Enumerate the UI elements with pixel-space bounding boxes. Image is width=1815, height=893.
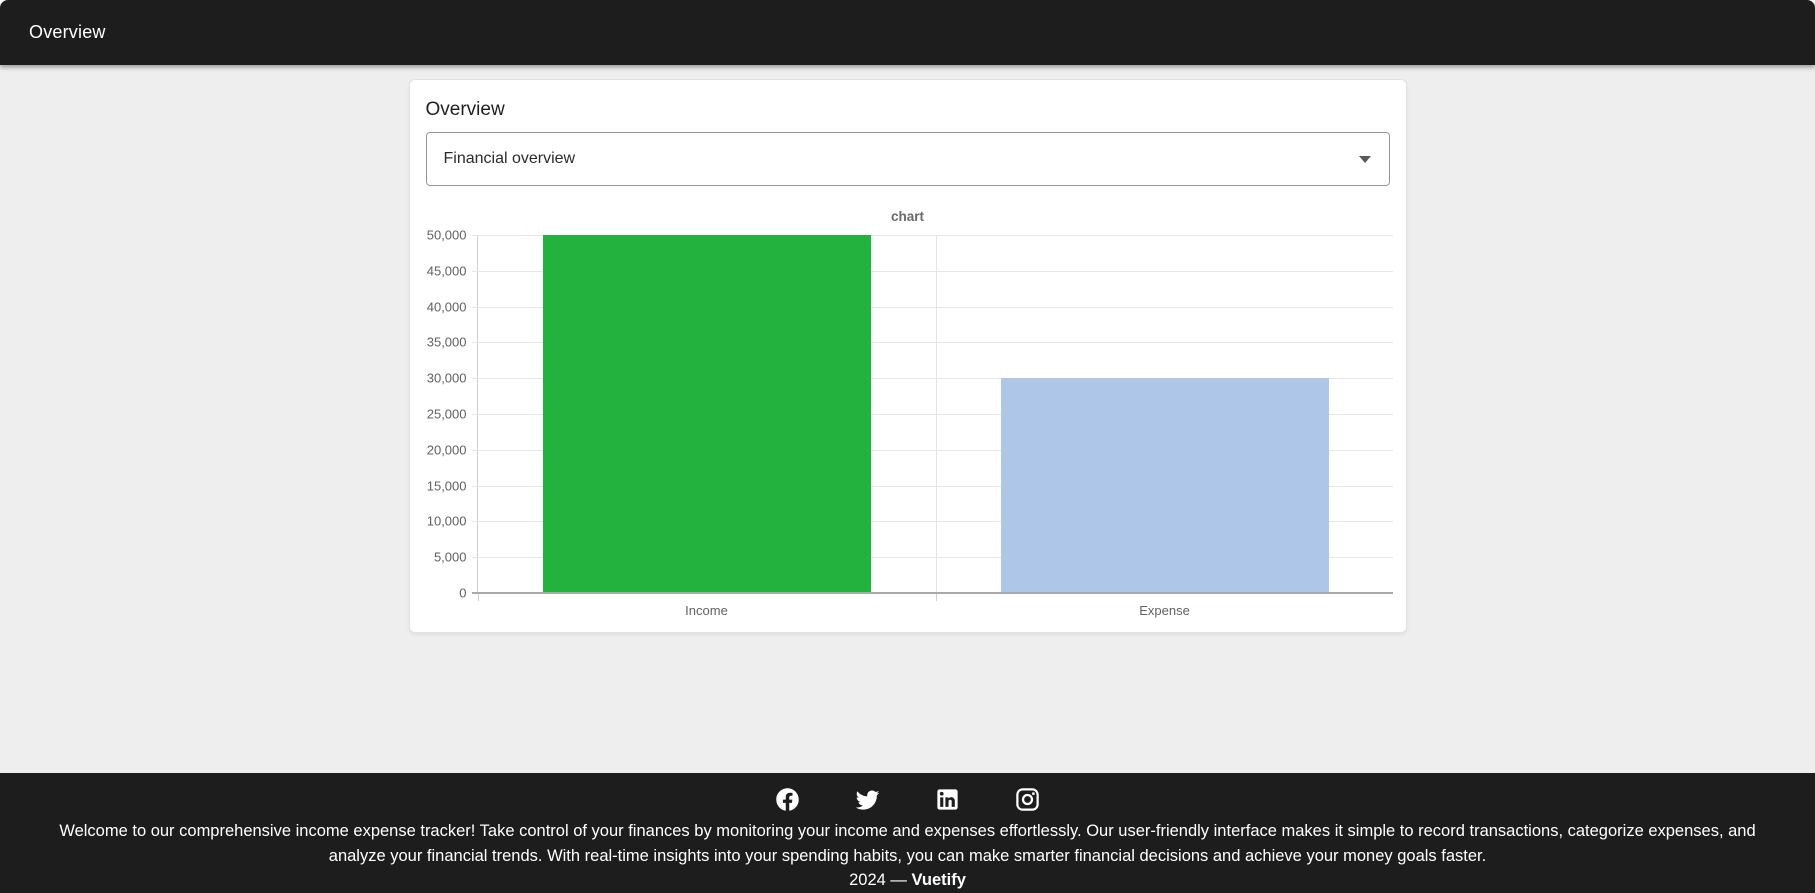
linkedin-button[interactable] [934,785,962,813]
card-title: Overview [425,99,505,120]
footer: Welcome to our comprehensive income expe… [0,773,1815,893]
chart-plot-area: 0 5,000 10,000 15,000 20,000 25,000 30,000 35,0… [427,228,1393,618]
y-axis-tick-label: 40,000 [426,299,467,315]
bar-expense[interactable] [1000,378,1329,593]
x-axis-tick [935,593,937,601]
y-axis-tick-label: 25,000 [426,406,467,422]
financial-overview-select[interactable]: Financial overview [425,132,1390,186]
footer-copyright: 2024 — Vuetify [0,869,1815,891]
linkedin-icon [937,788,958,810]
twitter-icon [855,790,880,810]
x-axis-tick [477,593,479,601]
y-axis-tick-label: 35,000 [426,334,467,350]
y-axis-tick-label: 5,000 [433,549,467,565]
x-axis-baseline [471,592,1393,594]
x-gridline [935,235,937,593]
select-value: Financial overview [443,150,576,167]
facebook-icon [776,787,799,811]
y-axis-tick-label: 15,000 [426,478,467,494]
y-axis-tick-label: 10,000 [426,513,467,529]
y-axis-tick-label: 30,000 [426,370,467,386]
footer-description: Welcome to our comprehensive income expe… [59,822,1756,865]
brand-name: Vuetify [911,871,966,889]
facebook-button[interactable] [774,785,802,813]
y-axis-tick-label: 45,000 [426,263,467,279]
main-content: Overview Financial overview chart 0 5,000… [0,65,1815,773]
chart-title: chart [890,209,924,224]
copyright-year: 2024 [849,871,886,889]
instagram-button[interactable] [1014,785,1042,813]
twitter-button[interactable] [854,785,882,813]
bar-chart: chart 0 5,000 10,000 15,000 20,000 25,000 30,0… [426,209,1393,618]
app-bar: Overview [0,0,1815,65]
menu-down-icon [1358,155,1371,163]
bar-income[interactable] [542,235,871,593]
y-axis-tick-label: 0 [459,585,467,601]
y-axis-tick-label: 20,000 [426,442,467,458]
social-icons-row [0,785,1815,813]
copyright-separator: — [890,871,907,889]
x-axis-label-income: Income [685,603,728,618]
y-axis-tick-label: 50,000 [426,227,467,243]
overview-card: Overview Financial overview chart 0 5,000… [408,79,1407,633]
x-axis-label-expense: Expense [1139,603,1190,618]
instagram-icon [1016,787,1039,811]
app-bar-title: Overview [29,22,106,42]
